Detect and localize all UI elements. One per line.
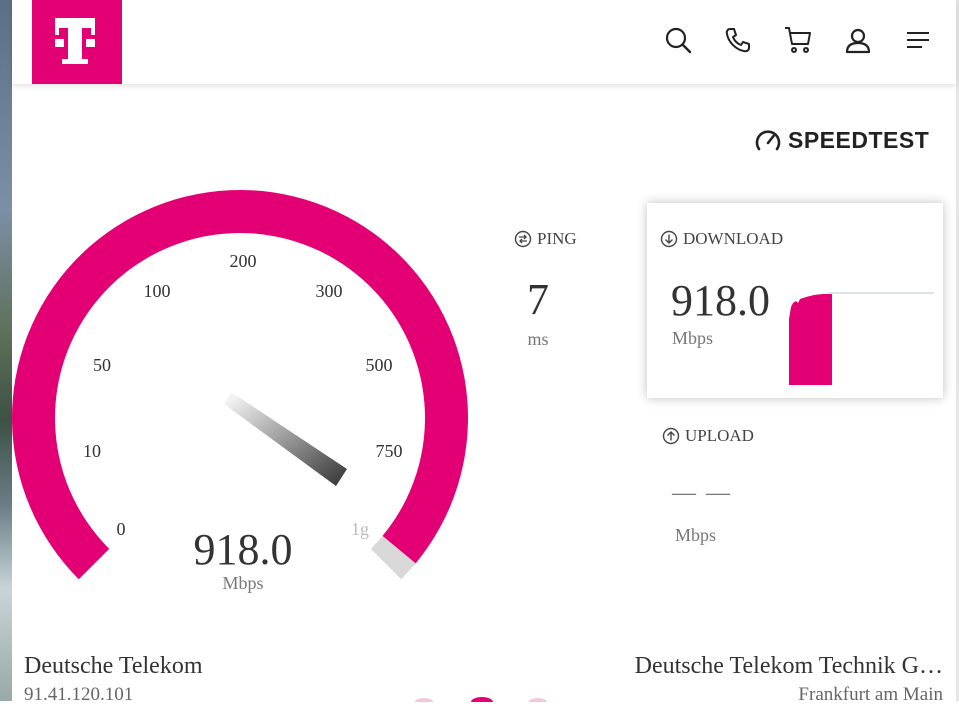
server-location: Frankfurt am Main [798,684,943,705]
telekom-t-icon [55,18,95,64]
ping-label-text: PING [537,229,577,248]
isp-ip-address: 91.41.120.101 [24,684,134,705]
gauge-needle [224,392,347,486]
server-name[interactable]: Deutsche Telekom Technik G… [635,653,943,680]
download-unit: Mbps [672,328,714,348]
scale-label-100: 100 [144,281,171,301]
gauge-arc [12,189,468,580]
gauge-scale: 0 10 50 100 200 300 500 750 1g [83,251,403,539]
phone-icon[interactable] [722,24,754,56]
gauge-icon [755,130,781,151]
upload-arrow-icon [662,427,680,445]
download-label-text: DOWNLOAD [683,229,784,248]
scale-label-10: 10 [83,441,101,461]
upload-unit: Mbps [675,525,717,545]
download-value: 918.0 [671,276,770,325]
scale-label-300: 300 [316,281,343,301]
gauge-speed-unit: Mbps [222,573,264,593]
download-arrow-icon [660,230,678,248]
gauge-arc-filled [12,189,468,580]
upload-value: — — [672,480,732,506]
ping-icon [514,230,532,248]
scale-label-50: 50 [93,355,111,375]
cart-icon[interactable] [782,24,814,56]
download-label: DOWNLOAD [660,229,783,249]
upload-label: UPLOAD [662,426,754,446]
ping-unit: ms [527,329,549,349]
scale-label-1g: 1g [351,519,369,539]
user-icon[interactable] [842,24,874,56]
scale-label-0: 0 [117,519,126,539]
scale-label-200: 200 [230,251,257,271]
upload-label-text: UPLOAD [685,426,754,445]
gauge-speed-value: 918.0 [193,525,293,574]
scale-label-750: 750 [376,441,403,461]
ping-value: 7 [527,275,549,324]
site-header [12,0,956,84]
download-graph [789,292,934,385]
ping-label: PING [514,229,577,249]
search-icon[interactable] [662,24,694,56]
header-nav [662,24,934,56]
isp-name[interactable]: Deutsche Telekom [24,653,203,680]
speedtest-brand[interactable]: SPEEDTEST [754,126,929,154]
download-card: DOWNLOAD 918.0 Mbps [647,203,943,398]
speedtest-label: SPEEDTEST [788,126,930,153]
telekom-logo[interactable] [32,0,122,84]
scale-label-500: 500 [366,355,393,375]
menu-icon[interactable] [902,24,934,56]
